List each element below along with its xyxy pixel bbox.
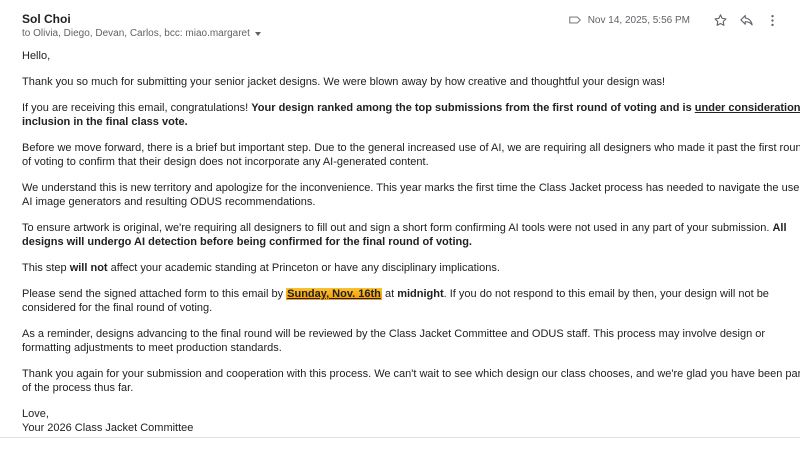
- more-vertical-icon[interactable]: [762, 10, 782, 30]
- closing-thanks-line2: of the process thus far.: [22, 382, 134, 394]
- all-text: All: [772, 222, 787, 234]
- detection-text: designs will undergo AI detection before…: [22, 236, 472, 248]
- form-line1: To ensure artwork is original, we're req…: [22, 221, 800, 235]
- deadline-text-a: Please send the signed attached form to …: [22, 288, 287, 300]
- paragraph-apology: We understand this is new territory and …: [22, 181, 800, 209]
- recipients-line[interactable]: to Olivia, Diego, Devan, Carlos, bcc: mi…: [22, 28, 261, 39]
- apology-line1: We understand this is new territory and …: [22, 182, 800, 194]
- ranked-text: Your design ranked among the top submiss…: [251, 102, 695, 114]
- closing-thanks-line1: Thank you again for your submission and …: [22, 368, 800, 380]
- sender-name[interactable]: Sol Choi: [22, 12, 71, 26]
- star-icon[interactable]: [710, 10, 730, 30]
- paragraph-closing-thanks: Thank you again for your submission and …: [22, 367, 800, 395]
- paragraph-reminder: As a reminder, designs advancing to the …: [22, 327, 800, 355]
- reply-icon[interactable]: [736, 10, 756, 30]
- paragraph-congrats: If you are receiving this email, congrat…: [22, 101, 800, 129]
- form-line2: designs will undergo AI detection before…: [22, 235, 800, 249]
- email-body: Hello, Thank you so much for submitting …: [22, 49, 800, 435]
- signature: Your 2026 Class Jacket Committee: [22, 422, 194, 434]
- closing: Love,: [22, 408, 49, 420]
- will-not-text: will not: [69, 262, 108, 274]
- deadline-line1: Please send the signed attached form to …: [22, 287, 800, 301]
- paragraph-ai-step: Before we move forward, there is a brief…: [22, 141, 800, 169]
- paragraph-thanks: Thank you so much for submitting your se…: [22, 76, 666, 88]
- paragraph-deadline: Please send the signed attached form to …: [22, 287, 800, 315]
- ai-step-line2: of voting to confirm that their design d…: [22, 156, 429, 168]
- standing-text-b: affect your academic standing at Princet…: [107, 262, 500, 274]
- divider: [0, 437, 800, 438]
- paragraph-congrats-line1: If you are receiving this email, congrat…: [22, 101, 800, 115]
- chevron-down-icon[interactable]: [254, 31, 261, 36]
- standing-text-a: This step: [22, 262, 70, 274]
- paragraph-form: To ensure artwork is original, we're req…: [22, 221, 800, 249]
- deadline-line2: considered for the final round of voting…: [22, 302, 213, 314]
- form-text: To ensure artwork is original, we're req…: [22, 222, 773, 234]
- message-date: Nov 14, 2025, 5:56 PM: [587, 14, 690, 26]
- paragraph-congrats-line2: inclusion in the final class vote.: [22, 115, 800, 129]
- congrats-text: If you are receiving this email, congrat…: [22, 102, 252, 114]
- greeting: Hello,: [22, 50, 51, 62]
- paragraph-standing: This step will not affect your academic …: [22, 261, 800, 275]
- apology-line2: AI image generators and resulting ODUS r…: [22, 196, 316, 208]
- message-meta: Nov 14, 2025, 5:56 PM: [568, 10, 782, 30]
- inclusion-text: inclusion in the final class vote.: [22, 116, 188, 128]
- reminder-line2: formatting adjustments to meet productio…: [22, 342, 282, 354]
- deadline-text-b: . If you do not respond to this email by…: [443, 288, 769, 300]
- deadline-text-at: at: [381, 288, 398, 300]
- email-header: Sol Choi to Olivia, Diego, Devan, Carlos…: [0, 0, 800, 44]
- deadline-date-highlight[interactable]: Sunday, Nov. 16th: [286, 288, 382, 300]
- reminder-line1: As a reminder, designs advancing to the …: [22, 328, 766, 340]
- recipients-text: to Olivia, Diego, Devan, Carlos, bcc: mi…: [22, 28, 250, 39]
- ai-step-line1: Before we move forward, there is a brief…: [22, 142, 800, 154]
- midnight-text: midnight: [397, 288, 444, 300]
- under-consideration-text: under consideration: [694, 102, 800, 114]
- label-icon: [568, 13, 582, 27]
